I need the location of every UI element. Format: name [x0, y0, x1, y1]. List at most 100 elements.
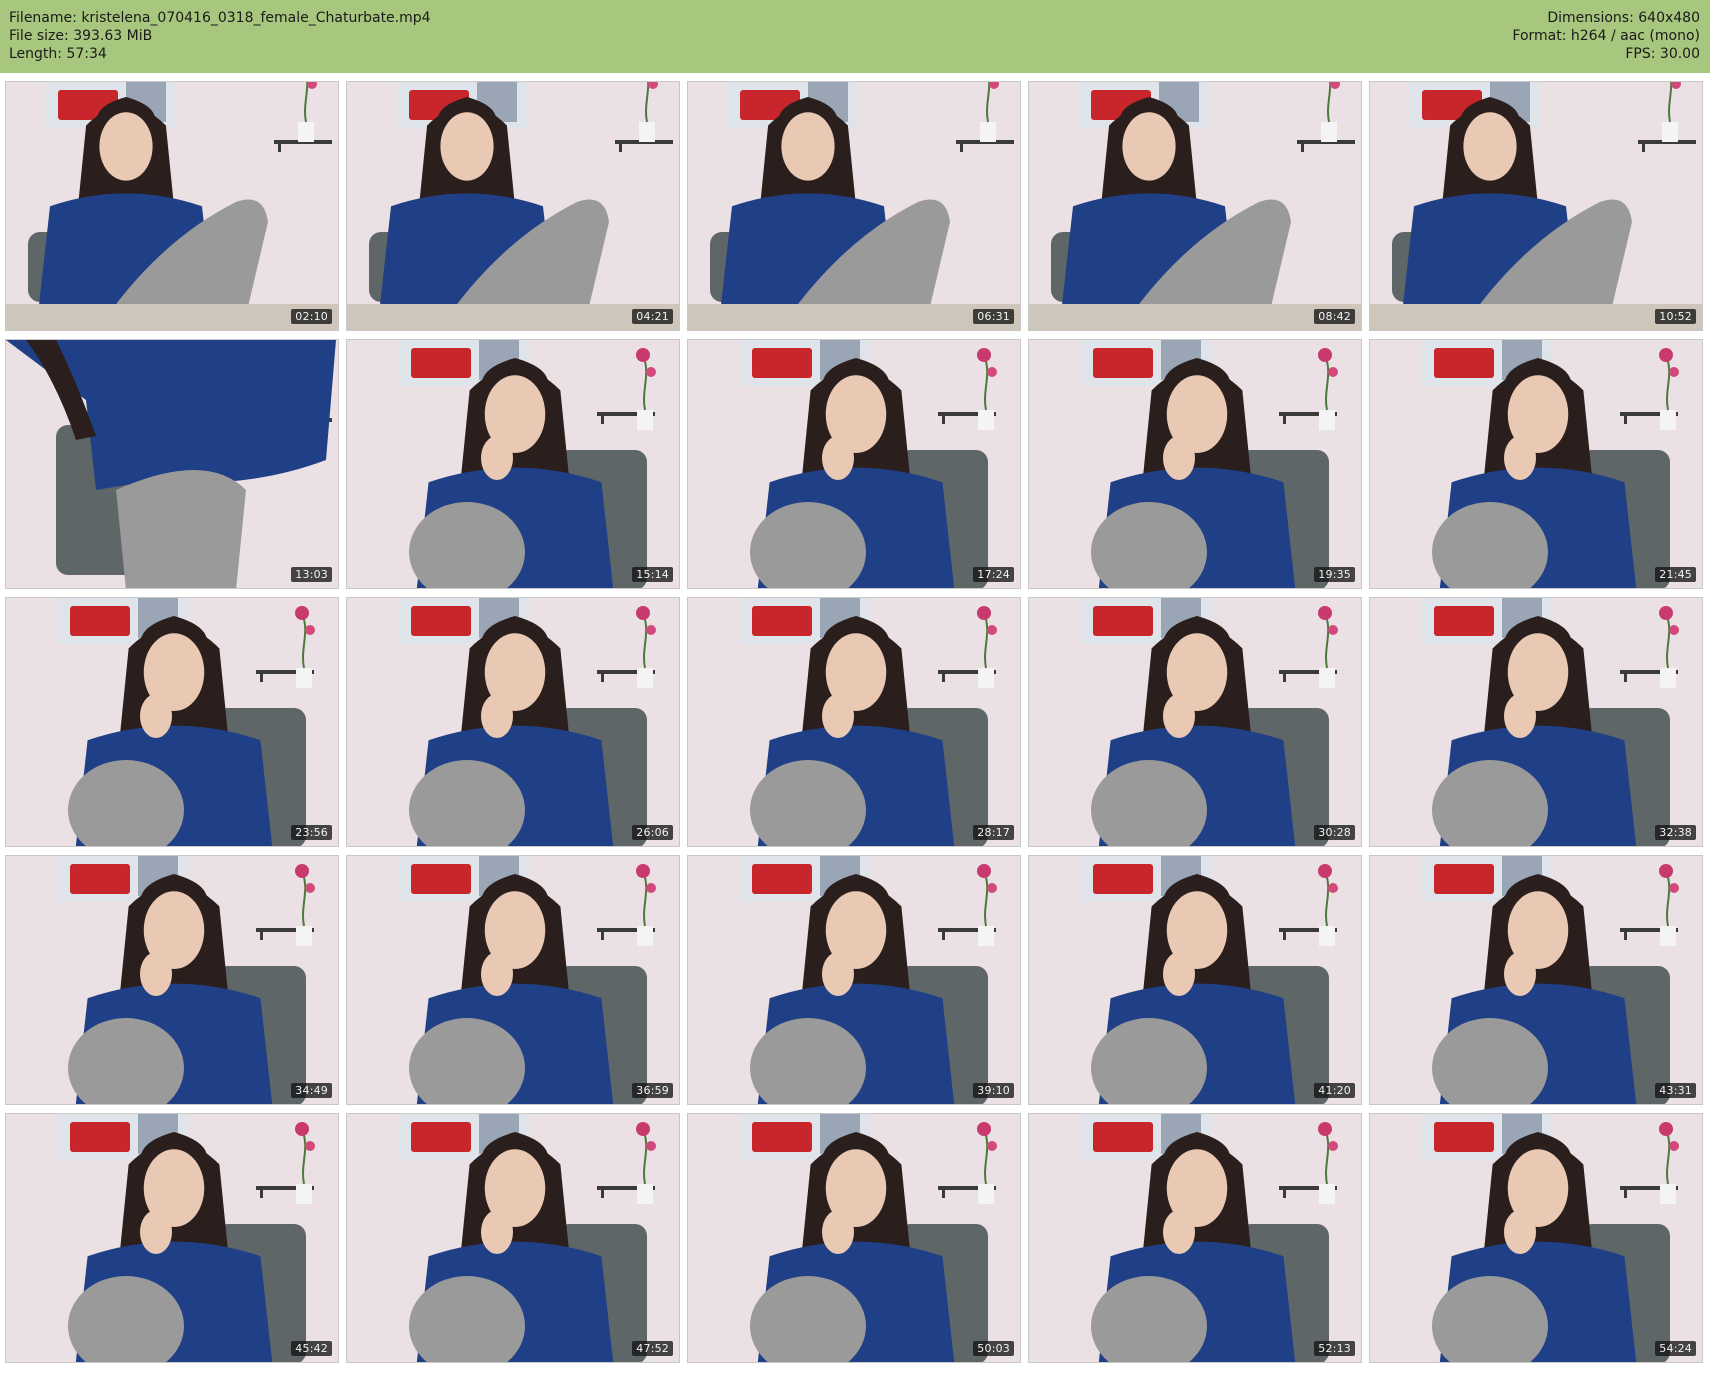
- flower-bloom: [305, 625, 315, 635]
- format-label: Format:: [1512, 28, 1567, 44]
- video-thumbnail: 19:35: [1028, 339, 1362, 589]
- flower-bloom: [987, 883, 997, 893]
- video-thumbnail: 36:59: [346, 855, 680, 1105]
- poster-bus: [70, 864, 130, 894]
- hand: [481, 1210, 513, 1254]
- hand: [481, 952, 513, 996]
- dimensions-row: Dimensions: 640x480: [1512, 9, 1700, 27]
- flower-bloom: [977, 348, 991, 362]
- poster-bus: [1434, 1122, 1494, 1152]
- thumbnail-timestamp: 52:13: [1314, 1341, 1355, 1356]
- file-info-left: Filename: kristelena_070416_0318_female_…: [9, 9, 431, 63]
- thumbnail-timestamp: 06:31: [973, 309, 1014, 324]
- video-thumbnail: 02:10: [5, 81, 339, 331]
- thumbnail-timestamp: 41:20: [1314, 1083, 1355, 1098]
- video-thumbnail: 43:31: [1369, 855, 1703, 1105]
- flower-bloom: [1318, 1122, 1332, 1136]
- flower-pot: [637, 926, 653, 946]
- flower-bloom: [305, 883, 315, 893]
- thumbnail-grid: 02:10 04:21 06:31 08:42 10:52 13:03 15:14 17:24…: [0, 81, 1710, 1371]
- video-thumbnail: 06:31: [687, 81, 1021, 331]
- thumbnail-timestamp: 26:06: [632, 825, 673, 840]
- thumbnail-image: [1029, 598, 1361, 846]
- thumbnail-image: [688, 1114, 1020, 1362]
- shelf-bracket: [942, 412, 945, 424]
- shelf-bracket: [619, 140, 622, 152]
- flower-pot: [1319, 410, 1335, 430]
- poster-bus: [752, 606, 812, 636]
- video-thumbnail: 26:06: [346, 597, 680, 847]
- flower-bloom: [1669, 1141, 1679, 1151]
- thumbnail-image: [6, 598, 338, 846]
- leggings-back: [116, 470, 246, 588]
- thumbnail-image: [6, 340, 338, 588]
- video-thumbnail: 32:38: [1369, 597, 1703, 847]
- flower-bloom: [636, 348, 650, 362]
- flower-bloom: [1669, 367, 1679, 377]
- video-thumbnail: 54:24: [1369, 1113, 1703, 1363]
- poster-bus: [1093, 606, 1153, 636]
- hand: [1504, 694, 1536, 738]
- video-thumbnail: 04:21: [346, 81, 680, 331]
- flower-pot: [637, 410, 653, 430]
- flower-pot: [978, 410, 994, 430]
- filename-value: kristelena_070416_0318_female_Chaturbate…: [81, 10, 431, 26]
- video-thumbnail: 47:52: [346, 1113, 680, 1363]
- poster-bus: [752, 864, 812, 894]
- shelf-bracket: [278, 140, 281, 152]
- thumbnail-timestamp: 02:10: [291, 309, 332, 324]
- flower-bloom: [1318, 606, 1332, 620]
- video-thumbnail: 50:03: [687, 1113, 1021, 1363]
- thumbnail-image: [1029, 1114, 1361, 1362]
- flower-pot: [637, 668, 653, 688]
- flower-bloom: [987, 367, 997, 377]
- hand: [140, 1210, 172, 1254]
- thumbnail-image: [347, 1114, 679, 1362]
- desk-surface: [1029, 304, 1361, 330]
- shelf-bracket: [1624, 928, 1627, 940]
- thumbnail-image: [347, 82, 679, 330]
- flower-bloom: [295, 606, 309, 620]
- flower-bloom: [636, 606, 650, 620]
- shelf-bracket: [1624, 670, 1627, 682]
- flower-pot: [1319, 1184, 1335, 1204]
- thumbnail-image: [1370, 856, 1702, 1104]
- hand: [822, 436, 854, 480]
- flower-pot: [296, 668, 312, 688]
- hand: [1163, 694, 1195, 738]
- poster-bus: [1093, 864, 1153, 894]
- thumbnail-image: [6, 1114, 338, 1362]
- hand: [140, 694, 172, 738]
- desk-surface: [688, 304, 1020, 330]
- thumbnail-timestamp: 15:14: [632, 567, 673, 582]
- shelf-bracket: [960, 140, 963, 152]
- thumbnail-timestamp: 13:03: [291, 567, 332, 582]
- flower-bloom: [1328, 1141, 1338, 1151]
- flower-pot: [1660, 410, 1676, 430]
- hand: [481, 436, 513, 480]
- desk-surface: [347, 304, 679, 330]
- video-thumbnail: 41:20: [1028, 855, 1362, 1105]
- video-thumbnail: 45:42: [5, 1113, 339, 1363]
- thumbnail-image: [1029, 856, 1361, 1104]
- format-row: Format: h264 / aac (mono): [1512, 27, 1700, 45]
- thumbnail-timestamp: 17:24: [973, 567, 1014, 582]
- flower-bloom: [295, 1122, 309, 1136]
- filesize-value: 393.63 MiB: [73, 28, 153, 44]
- poster-bus: [1093, 1122, 1153, 1152]
- flower-pot: [978, 1184, 994, 1204]
- flower-bloom: [636, 864, 650, 878]
- flower-bloom: [305, 1141, 315, 1151]
- dimensions-label: Dimensions:: [1547, 10, 1634, 26]
- thumbnail-image: [1370, 340, 1702, 588]
- format-value: h264 / aac (mono): [1570, 28, 1700, 44]
- poster-bus: [1093, 348, 1153, 378]
- video-thumbnail: 28:17: [687, 597, 1021, 847]
- flower-bloom: [646, 367, 656, 377]
- flower-pot: [296, 926, 312, 946]
- fps-value: 30.00: [1659, 46, 1700, 62]
- thumbnail-image: [347, 598, 679, 846]
- thumbnail-timestamp: 34:49: [291, 1083, 332, 1098]
- poster-bus: [1434, 606, 1494, 636]
- desk-surface: [1370, 304, 1702, 330]
